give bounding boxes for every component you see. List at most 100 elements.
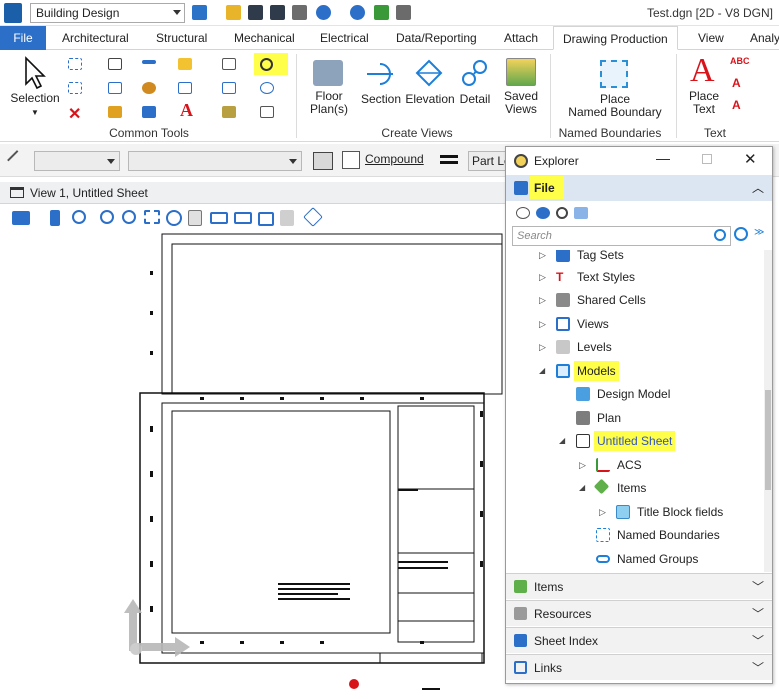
saved-views-icon[interactable] — [506, 58, 536, 86]
maximize-icon[interactable] — [702, 154, 712, 164]
search-box[interactable]: Search — [512, 226, 731, 246]
rectangle-icon[interactable] — [108, 58, 122, 70]
levels-icon[interactable] — [222, 106, 236, 118]
bulb-icon[interactable] — [178, 58, 192, 70]
fill-color-swatch[interactable] — [342, 151, 360, 169]
selection-arrow-icon[interactable] — [22, 56, 48, 90]
redo-icon[interactable] — [350, 5, 365, 20]
chevron-down-icon[interactable]: ﹀ — [752, 574, 764, 600]
info-icon[interactable] — [260, 82, 274, 94]
save-icon[interactable] — [248, 5, 263, 20]
expand-icon[interactable]: ▷ — [599, 501, 606, 523]
next-view-icon[interactable] — [234, 212, 252, 224]
explorer-file-section[interactable]: File ︿ — [506, 175, 772, 201]
clip-volume-icon[interactable] — [280, 210, 294, 226]
line-icon[interactable] — [142, 60, 156, 64]
expand-icon[interactable]: ▷ — [539, 313, 546, 335]
place-text-icon[interactable]: A — [690, 52, 715, 90]
collapse-icon[interactable]: ◢ — [579, 477, 585, 499]
document-icon[interactable] — [222, 58, 236, 70]
chevron-down-icon[interactable]: ﹀ — [752, 601, 764, 627]
tree-item-untitled-sheet[interactable]: ◢ Untitled Sheet — [506, 430, 764, 452]
display-style-icon[interactable] — [303, 207, 323, 227]
save-all-icon[interactable] — [270, 5, 285, 20]
place-smartline-icon[interactable] — [68, 58, 82, 70]
delete-icon[interactable]: ✕ — [68, 104, 81, 124]
text-style-icon[interactable]: A — [732, 98, 741, 112]
tab-analyze[interactable]: Analy — [748, 26, 779, 50]
search-icon[interactable] — [714, 229, 726, 241]
filter-search-icon[interactable] — [734, 227, 748, 241]
tab-view[interactable]: View — [696, 26, 726, 50]
tree-item-named-boundaries[interactable]: Named Boundaries — [506, 524, 764, 546]
style-combo[interactable] — [128, 151, 302, 171]
tab-structural[interactable]: Structural — [154, 26, 209, 50]
refresh-icon[interactable] — [516, 207, 530, 219]
chevron-up-icon[interactable]: ︿ — [752, 179, 764, 196]
tree-item-shared-cells[interactable]: ▷ Shared Cells — [506, 289, 764, 311]
tree-item-tag-sets[interactable]: ▷ Tag Sets — [506, 250, 764, 266]
copy-view-icon[interactable] — [258, 212, 274, 226]
picture-icon[interactable] — [178, 82, 192, 94]
properties-icon[interactable] — [260, 106, 274, 118]
place-text-label[interactable]: Place Text — [680, 90, 728, 116]
elevation-icon[interactable] — [414, 58, 444, 88]
chevron-down-icon[interactable]: ﹀ — [752, 655, 764, 681]
drawing-canvas[interactable] — [0, 231, 506, 699]
tab-file[interactable]: File — [0, 26, 46, 50]
elevation-label[interactable]: Elevation — [404, 93, 456, 106]
view-attributes-icon[interactable] — [12, 211, 30, 225]
tree-item-models[interactable]: ◢ Models — [506, 360, 764, 382]
compound-label[interactable]: Compound — [365, 152, 424, 166]
tree-scrollbar[interactable] — [764, 250, 772, 572]
chevron-down-icon[interactable]: ﹀ — [752, 628, 764, 654]
tree-item-acs[interactable]: ▷ ACS — [506, 454, 764, 476]
tab-architectural[interactable]: Architectural — [60, 26, 131, 50]
tab-attach[interactable]: Attach — [502, 26, 540, 50]
detail-label[interactable]: Detail — [456, 93, 494, 106]
named-boundary-icon[interactable] — [600, 60, 628, 88]
text-a-icon[interactable]: A — [180, 100, 193, 121]
layers-icon[interactable] — [313, 152, 333, 170]
floor-plan-icon[interactable] — [313, 60, 343, 86]
move-icon[interactable] — [108, 82, 122, 94]
fit-view-icon[interactable] — [144, 210, 160, 224]
collapse-icon[interactable]: ◢ — [559, 430, 565, 452]
zoom-out-icon[interactable] — [100, 210, 114, 224]
tab-drawing-production[interactable]: Drawing Production — [553, 26, 678, 50]
fence-icon[interactable] — [68, 82, 82, 94]
expand-icon[interactable]: ▷ — [539, 250, 546, 266]
tree-item-views[interactable]: ▷ Views — [506, 313, 764, 335]
print-icon[interactable] — [396, 5, 411, 20]
eyedropper-icon[interactable] — [7, 150, 27, 170]
tab-data-reporting[interactable]: Data/Reporting — [394, 26, 479, 50]
panel-items[interactable]: Items ﹀ — [506, 573, 772, 599]
pin-icon[interactable]: — — [656, 150, 670, 166]
pin-icon[interactable] — [374, 5, 389, 20]
previous-view-icon[interactable] — [210, 212, 228, 224]
open-folder-icon[interactable] — [226, 5, 241, 20]
grid-icon[interactable] — [574, 207, 588, 219]
tree-item-design-model[interactable]: Design Model — [506, 383, 764, 405]
panel-links[interactable]: Links ﹀ — [506, 654, 772, 680]
panel-sheet-index[interactable]: Sheet Index ﹀ — [506, 627, 772, 653]
spelling-icon[interactable]: ABC — [730, 56, 750, 66]
attributes-icon[interactable] — [142, 106, 156, 118]
tree-item-named-groups[interactable]: Named Groups — [506, 548, 764, 570]
tree-item-items[interactable]: ◢ Items — [506, 477, 764, 499]
expand-icon[interactable]: ▷ — [539, 289, 546, 311]
tab-electrical[interactable]: Electrical — [318, 26, 371, 50]
expand-icon[interactable]: ▷ — [539, 336, 546, 358]
pan-hand-icon[interactable] — [188, 210, 202, 226]
window-area-icon[interactable] — [122, 210, 136, 224]
undo-icon[interactable] — [316, 5, 331, 20]
scrollbar-thumb[interactable] — [765, 390, 771, 490]
line-weight-icon[interactable] — [440, 155, 458, 158]
detail-icon[interactable] — [460, 58, 490, 88]
compress-icon[interactable] — [292, 5, 307, 20]
cube-icon[interactable] — [222, 82, 236, 94]
expand-options-icon[interactable]: ≫ — [754, 227, 764, 238]
expand-icon[interactable]: ▷ — [539, 266, 546, 288]
expand-icon[interactable]: ▷ — [579, 454, 586, 476]
level-combo[interactable] — [34, 151, 120, 171]
